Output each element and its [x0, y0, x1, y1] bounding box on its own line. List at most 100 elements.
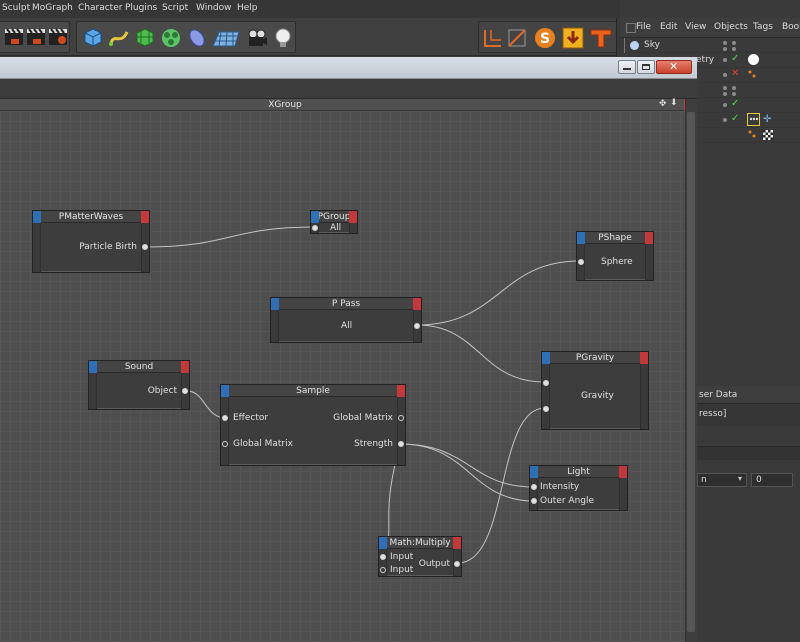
subdivision-icon[interactable]	[133, 26, 157, 50]
port-label: Input	[390, 552, 414, 562]
xpresso-label: resso]	[699, 409, 727, 419]
toolbar-group-plugins: S	[478, 21, 620, 53]
snap-axis-icon[interactable]	[481, 26, 505, 50]
menu-plugins[interactable]: Plugins	[125, 3, 157, 13]
output-port[interactable]	[414, 323, 420, 329]
t-plugin-icon[interactable]	[589, 26, 613, 50]
output-port[interactable]	[142, 244, 148, 250]
material-tag-icon[interactable]	[748, 54, 759, 65]
menu-mograph[interactable]: MoGraph	[32, 3, 73, 13]
node-sound[interactable]: Sound Object	[88, 360, 190, 410]
mode-dropdown[interactable]: n ▾	[697, 473, 747, 487]
node-pgravity[interactable]: PGravity Gravity	[541, 351, 649, 430]
render-settings-icon[interactable]	[47, 26, 71, 50]
menu-sculpt[interactable]: Sculpt	[2, 3, 30, 13]
input-port[interactable]	[543, 406, 549, 412]
minimize-button[interactable]	[618, 60, 636, 74]
output-port-cap[interactable]	[645, 232, 653, 244]
output-port[interactable]	[398, 441, 404, 447]
output-port[interactable]	[398, 415, 404, 421]
output-port-cap[interactable]	[349, 211, 357, 223]
maximize-button[interactable]	[637, 60, 655, 74]
input-port[interactable]	[380, 567, 386, 573]
check-icon[interactable]: ✓	[731, 113, 739, 124]
grid-handle-icon[interactable]	[626, 23, 636, 33]
output-port-cap[interactable]	[141, 211, 149, 223]
input-port-cap[interactable]	[33, 211, 41, 223]
om-menu-objects[interactable]: Objects	[714, 22, 748, 32]
deformer-icon[interactable]	[185, 26, 209, 50]
node-pgroup[interactable]: PGroup All	[310, 210, 358, 234]
xpresso-tag-icon[interactable]	[748, 70, 756, 78]
output-port-cap[interactable]	[640, 352, 648, 364]
render-view-icon[interactable]	[25, 26, 49, 50]
light-bulb-icon[interactable]	[271, 26, 295, 50]
om-menu-view[interactable]: View	[685, 22, 706, 32]
check-icon[interactable]: ✓	[731, 53, 739, 64]
om-menu-file[interactable]: File	[636, 22, 651, 32]
node-sample[interactable]: Sample Effector Global Matrix Global Mat…	[220, 384, 406, 466]
input-port[interactable]	[222, 441, 228, 447]
xpresso-tag-icon[interactable]	[748, 130, 756, 138]
output-port[interactable]	[454, 561, 460, 567]
node-pshape[interactable]: PShape Sphere	[576, 231, 654, 281]
menu-character[interactable]: Character	[78, 3, 122, 13]
scrollbar-thumb[interactable]	[687, 112, 695, 632]
input-port[interactable]	[531, 484, 537, 490]
object-row-sky[interactable]: Sky	[620, 38, 800, 53]
input-port-cap[interactable]	[89, 361, 97, 373]
menu-script[interactable]: Script	[162, 3, 188, 13]
app-menu-bar: Sculpt MoGraph Character Plugins Script …	[0, 0, 620, 18]
target-tag-icon[interactable]: ✛	[763, 114, 771, 125]
output-port-cap[interactable]	[413, 298, 421, 310]
texture-tag-icon[interactable]	[763, 130, 773, 140]
minimize-icon	[623, 68, 631, 70]
input-port-cap[interactable]	[221, 385, 229, 397]
check-icon[interactable]: ✓	[731, 98, 739, 109]
output-port-cap[interactable]	[181, 361, 189, 373]
camera-icon[interactable]	[245, 26, 269, 50]
output-port-cap[interactable]	[619, 466, 627, 478]
clapper-icon[interactable]	[3, 26, 27, 50]
node-math-multiply[interactable]: Math:Multiply Input Input Output	[378, 536, 462, 577]
number-field[interactable]: 0	[751, 473, 793, 487]
menu-window[interactable]: Window	[196, 3, 232, 13]
floor-icon[interactable]	[211, 26, 240, 50]
node-pmatterwaves[interactable]: PMatterWaves Particle Birth	[32, 210, 150, 273]
s-plugin-icon[interactable]: S	[533, 26, 557, 50]
output-port[interactable]	[182, 388, 188, 394]
om-menu-bookmarks[interactable]: Book	[782, 22, 800, 32]
input-port-cap[interactable]	[379, 537, 387, 549]
om-menu-edit[interactable]: Edit	[660, 22, 677, 32]
workplane-icon[interactable]	[505, 26, 529, 50]
close-button[interactable]: ✕	[656, 60, 692, 74]
port-label: Outer Angle	[540, 496, 595, 506]
input-port-cap[interactable]	[311, 211, 319, 223]
output-port-cap[interactable]	[453, 537, 461, 549]
input-port[interactable]	[531, 498, 537, 504]
input-port-cap[interactable]	[271, 298, 279, 310]
output-port-cap[interactable]	[397, 385, 405, 397]
cross-icon[interactable]: ✕	[731, 68, 739, 79]
node-ppass[interactable]: P Pass All	[270, 297, 422, 343]
node-light[interactable]: Light Intensity Outer Angle	[529, 465, 628, 511]
input-port[interactable]	[578, 259, 584, 265]
spline-pen-icon[interactable]	[107, 26, 131, 50]
input-port[interactable]	[312, 225, 318, 231]
input-port[interactable]	[222, 415, 228, 421]
om-menu-tags[interactable]: Tags	[753, 22, 773, 32]
download-plugin-icon[interactable]	[561, 26, 585, 50]
selected-tag-icon[interactable]	[747, 113, 760, 126]
input-port-cap[interactable]	[542, 352, 550, 364]
array-icon[interactable]	[159, 26, 183, 50]
input-port[interactable]	[380, 554, 386, 560]
input-port-cap[interactable]	[530, 466, 538, 478]
move-icon[interactable]: ✥	[659, 99, 667, 109]
user-data-tab[interactable]: ser Data	[699, 390, 737, 400]
cube-icon[interactable]	[81, 26, 105, 50]
arrow-down-icon[interactable]: ⬇	[670, 98, 678, 108]
input-port-cap[interactable]	[577, 232, 585, 244]
window-titlebar[interactable]	[0, 57, 697, 79]
input-port[interactable]	[543, 380, 549, 386]
menu-help[interactable]: Help	[237, 3, 258, 13]
